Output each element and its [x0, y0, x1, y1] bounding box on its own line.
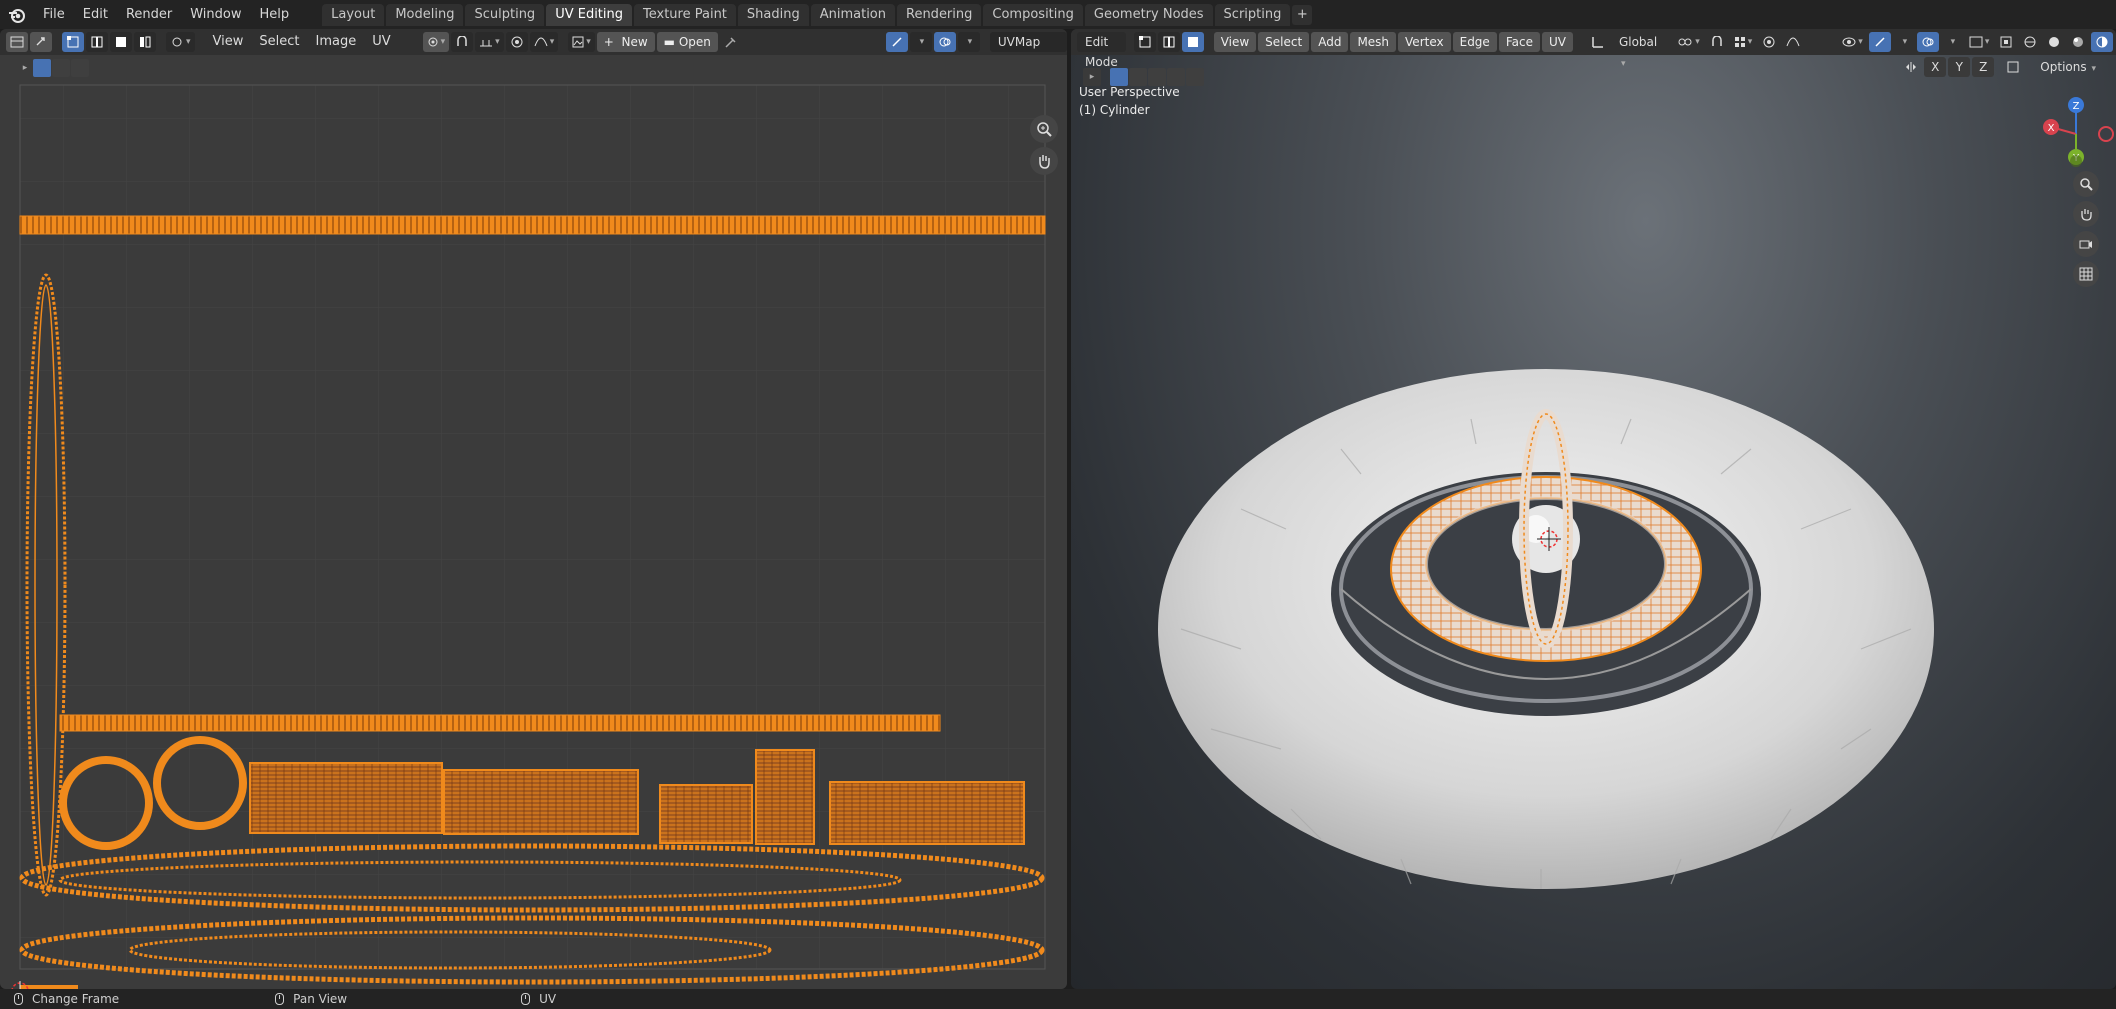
status-uv: UV	[521, 992, 556, 1006]
3d-scene-svg	[1158, 369, 1934, 889]
status-change-frame-label: Change Frame	[32, 992, 120, 1006]
uv-layout-svg	[11, 84, 1046, 989]
vertex-select-icon[interactable]	[62, 32, 84, 52]
workspace-tabs: Layout Modeling Sculpting UV Editing Tex…	[322, 0, 1313, 29]
uv-island-block-2	[443, 769, 639, 835]
uv-island-block-1	[249, 762, 443, 834]
uv-canvas[interactable]: ▸	[0, 55, 1067, 989]
blender-logo-icon[interactable]	[6, 4, 28, 26]
menu-file[interactable]: File	[34, 4, 74, 26]
tab-uv-editing[interactable]: UV Editing	[546, 4, 633, 26]
uv-snap-menu-icon[interactable]: ▾	[909, 32, 932, 52]
uvmap-selector[interactable]: UVMap	[989, 32, 1067, 52]
sticky-selection-icon[interactable]: ▾	[166, 32, 195, 52]
menu-help[interactable]: Help	[251, 4, 299, 26]
tab-modeling[interactable]: Modeling	[386, 4, 464, 26]
plus-icon: +	[603, 35, 614, 49]
overlays-menu-icon[interactable]: ▾	[957, 32, 980, 52]
status-pan-view: Pan View	[275, 992, 347, 1006]
tab-animation[interactable]: Animation	[810, 4, 895, 26]
status-change-frame: Change Frame	[14, 992, 119, 1006]
folder-icon: ▬	[663, 35, 675, 49]
uv-snap-toggle-icon[interactable]	[885, 32, 908, 52]
uv-editor-header: ▾ View Select Image UV ▾ ▾ ▾ ▾ + New ▬ O…	[0, 29, 1067, 55]
add-workspace-button[interactable]: +	[1292, 5, 1313, 25]
image-browse-icon[interactable]: ▾	[568, 32, 595, 52]
pivot-point-icon[interactable]: ▾	[422, 32, 450, 52]
open-image-label: Open	[678, 35, 711, 49]
zoom-icon[interactable]	[1030, 115, 1058, 143]
status-uv-label: UV	[539, 992, 557, 1006]
new-image-button[interactable]: + New	[596, 32, 655, 52]
menu-render[interactable]: Render	[117, 4, 181, 26]
tab-texture-paint[interactable]: Texture Paint	[634, 4, 736, 26]
falloff-icon[interactable]: ▾	[529, 32, 559, 52]
blender-app: { "topbar": { "menus": ["File", "Edit", …	[0, 0, 2116, 1009]
tab-shading[interactable]: Shading	[737, 4, 809, 26]
pan-hand-icon[interactable]	[1030, 147, 1058, 175]
top-bar: File Edit Render Window Help Layout Mode…	[0, 0, 2116, 29]
mouse-middle-icon	[275, 993, 285, 1005]
tab-rendering[interactable]: Rendering	[897, 4, 982, 26]
face-select-icon[interactable]	[110, 32, 132, 52]
mouse-left-icon	[14, 993, 23, 1005]
open-image-button[interactable]: ▬ Open	[656, 32, 718, 52]
uv-island-block-5	[829, 781, 1025, 845]
status-bar: Change Frame Pan View UV	[0, 989, 2116, 1009]
uv-menu-view[interactable]: View	[205, 32, 252, 52]
island-select-icon[interactable]	[134, 32, 156, 52]
3d-viewport[interactable]: Edit Mode ▾ View Select Add Mesh Vertex …	[1071, 29, 2116, 989]
tab-compositing[interactable]: Compositing	[983, 4, 1083, 26]
proportional-edit-icon[interactable]	[505, 32, 528, 52]
status-pan-view-label: Pan View	[293, 992, 348, 1006]
uv-menu-image[interactable]: Image	[308, 32, 365, 52]
uv-island-top-strip	[20, 216, 1045, 234]
new-image-label: New	[621, 35, 648, 49]
menu-edit[interactable]: Edit	[74, 4, 117, 26]
editor-type-icon[interactable]	[6, 32, 28, 52]
uv-editor: ▾ View Select Image UV ▾ ▾ ▾ ▾ + New ▬ O…	[0, 29, 1067, 989]
uv-menu-select[interactable]: Select	[251, 32, 307, 52]
sync-selection-icon[interactable]	[30, 32, 52, 52]
tab-sculpting[interactable]: Sculpting	[465, 4, 545, 26]
uv-island-block-3	[659, 784, 753, 844]
menu-window[interactable]: Window	[181, 4, 250, 26]
tab-scripting[interactable]: Scripting	[1214, 4, 1291, 26]
uv-menu-uv[interactable]: UV	[364, 32, 398, 52]
uv-island-middle-strip	[60, 715, 940, 731]
pin-icon[interactable]	[720, 32, 742, 52]
overlays-icon[interactable]	[933, 32, 956, 52]
tab-layout[interactable]: Layout	[322, 4, 385, 26]
mouse-right-icon	[521, 993, 531, 1005]
snap-target-icon[interactable]: ▾	[475, 32, 504, 52]
tab-geometry-nodes[interactable]: Geometry Nodes	[1084, 4, 1213, 26]
snap-icon[interactable]	[451, 32, 474, 52]
uv-island-block-4	[755, 749, 815, 845]
edge-select-icon[interactable]	[86, 32, 108, 52]
